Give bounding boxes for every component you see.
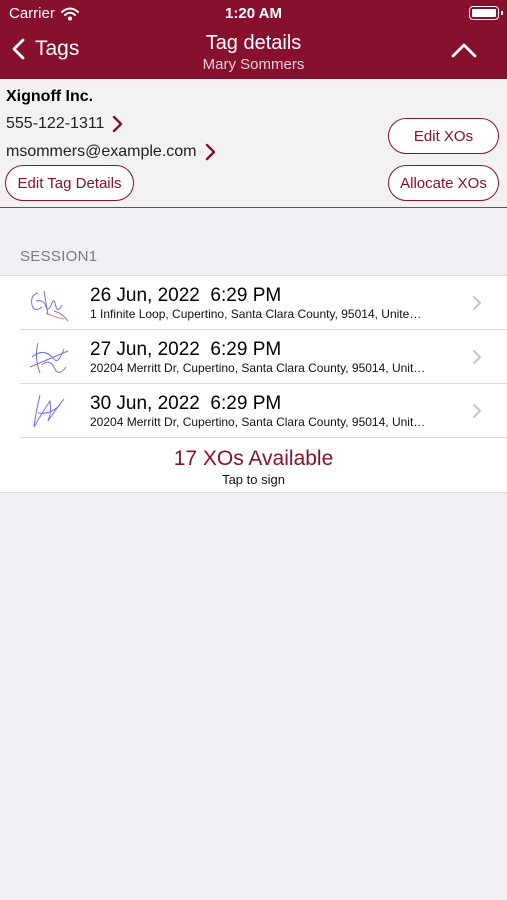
chevron-right-icon [473,296,481,310]
phone-link[interactable]: 555-122-1311 [6,115,124,133]
tap-to-sign-label: Tap to sign [222,472,285,487]
email-link[interactable]: msommers@example.com [6,143,217,161]
phone-number: 555-122-1311 [6,115,105,132]
signature-address: 20204 Merritt Dr, Cupertino, Santa Clara… [90,415,426,429]
signature-thumbnail [31,290,69,322]
company-name: Xignoff Inc. [6,88,94,105]
chevron-right-icon [205,143,215,161]
chevron-up-icon [451,43,477,58]
page-subtitle: Mary Sommers [202,56,305,73]
contact-info-panel: Xignoff Inc. 555-122-1311 msommers@examp… [0,79,507,208]
signature-row[interactable]: 30 Jun, 2022 6:29 PM 20204 Merritt Dr, C… [0,384,507,438]
status-time: 1:20 AM [225,5,282,22]
allocate-xos-button[interactable]: Allocate XOs [388,165,499,201]
sign-available-button[interactable]: 17 XOs Available Tap to sign [0,438,507,492]
signature-date: 27 Jun, 2022 6:29 PM [90,339,282,360]
chevron-right-icon [113,115,123,133]
page-title: Tag details [205,32,302,54]
edit-xos-button[interactable]: Edit XOs [388,118,499,154]
edit-tag-details-button[interactable]: Edit Tag Details [5,165,134,201]
chevron-right-icon [473,350,481,364]
status-bar: Carrier 1:20 AM [0,0,507,28]
section-header: SESSION1 [20,248,98,265]
signature-thumbnail [33,394,65,428]
signature-thumbnail [29,342,69,374]
signature-date: 30 Jun, 2022 6:29 PM [90,393,282,414]
available-xos-count: 17 XOs Available [173,447,334,470]
signature-row[interactable]: 27 Jun, 2022 6:29 PM 20204 Merritt Dr, C… [0,330,507,384]
collapse-button[interactable] [451,42,477,63]
battery-icon [469,6,503,20]
signature-row[interactable]: 26 Jun, 2022 6:29 PM 1 Infinite Loop, Cu… [0,276,507,330]
chevron-right-icon [473,404,481,418]
email-address: msommers@example.com [6,143,197,160]
signature-address: 1 Infinite Loop, Cupertino, Santa Clara … [90,307,422,321]
navigation-header: Carrier 1:20 AM Tags Tag details Mary So… [0,0,507,79]
signature-date: 26 Jun, 2022 6:29 PM [90,285,282,306]
signature-list: 26 Jun, 2022 6:29 PM 1 Infinite Loop, Cu… [0,275,507,493]
signature-address: 20204 Merritt Dr, Cupertino, Santa Clara… [90,361,426,375]
